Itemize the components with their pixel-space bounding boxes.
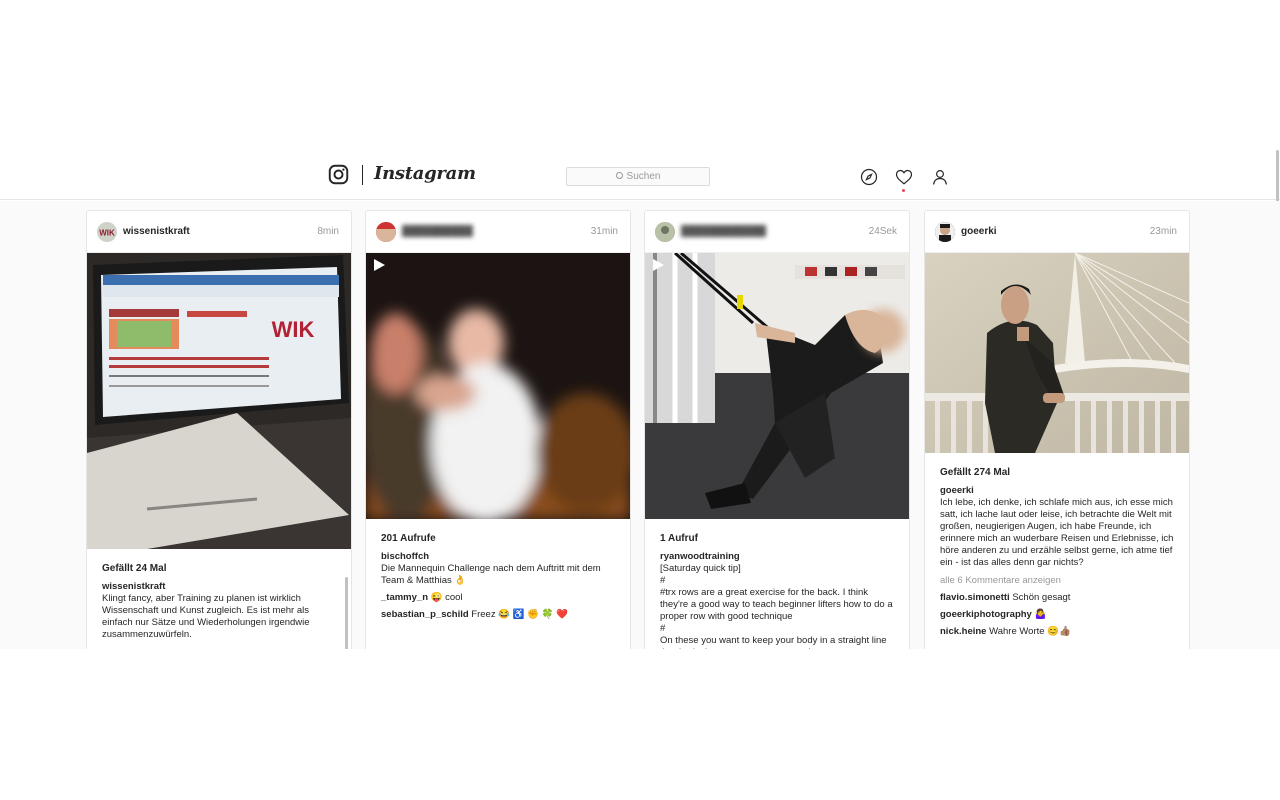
avatar[interactable] — [376, 222, 396, 242]
post-header: goeerki 23min — [925, 211, 1189, 253]
search-icon — [615, 172, 623, 179]
post-video[interactable] — [645, 253, 909, 519]
post-caption: ryanwoodtraining [Saturday quick tip] # … — [660, 551, 894, 649]
post-username-blurred[interactable]: ████████████ — [681, 226, 766, 237]
post-body: Gefällt 24 Mal wissenistkraft Klingt fan… — [87, 549, 351, 641]
post-views[interactable]: 201 Aufrufe — [381, 533, 615, 545]
compass-icon[interactable] — [860, 168, 878, 186]
comment-username[interactable]: flavio.simonetti — [940, 592, 1010, 603]
comment-username[interactable]: nick.heine — [940, 626, 986, 637]
post-body: 201 Aufrufe bischoffch Die Mannequin Cha… — [366, 519, 630, 621]
avatar-logo-text: WIK — [99, 229, 115, 238]
notification-dot — [902, 189, 905, 192]
card-scrollbar[interactable] — [345, 577, 348, 649]
post-views[interactable]: 1 Aufruf — [660, 533, 894, 545]
post-likes[interactable]: Gefällt 24 Mal — [102, 563, 336, 575]
comment-username[interactable]: goeerkiphotography — [940, 609, 1032, 620]
post-card: ██████████ 31min 201 Aufrufe bischoffch … — [365, 210, 631, 649]
play-icon[interactable] — [653, 259, 664, 271]
post-username[interactable]: wissenistkraft — [123, 226, 190, 237]
post-body: 1 Aufruf ryanwoodtraining [Saturday quic… — [645, 519, 909, 649]
post-header: ████████████ 24Sek — [645, 211, 909, 253]
comment-text: Schön gesagt — [1012, 592, 1071, 603]
caption-line: # — [660, 575, 666, 586]
media-logo-text: WIK — [272, 317, 315, 342]
avatar[interactable] — [655, 222, 675, 242]
play-icon[interactable] — [374, 259, 385, 271]
post-username[interactable]: goeerki — [961, 226, 997, 237]
instagram-camera-icon[interactable] — [328, 164, 349, 185]
post-caption: goeerki Ich lebe, ich denke, ich schlafe… — [940, 485, 1174, 569]
comment: _tammy_n 😜 cool — [381, 592, 615, 604]
comment-username[interactable]: sebastian_p_schild — [381, 609, 469, 620]
caption-username[interactable]: wissenistkraft — [102, 581, 336, 593]
post-header: ██████████ 31min — [366, 211, 630, 253]
post-time[interactable]: 23min — [1150, 226, 1177, 237]
avatar[interactable] — [935, 222, 955, 242]
comment: nick.heine Wahre Worte 😊👍🏽 — [940, 626, 1174, 638]
comment: flavio.simonetti Schön gesagt — [940, 592, 1174, 604]
post-body: Gefällt 274 Mal goeerki Ich lebe, ich de… — [925, 453, 1189, 638]
comment-text: Freez 😂 ♿ ✊ 🍀 ❤️ — [471, 609, 568, 620]
post-time[interactable]: 8min — [317, 226, 339, 237]
comment-text: Wahre Worte 😊👍🏽 — [989, 626, 1071, 637]
post-username-blurred[interactable]: ██████████ — [402, 226, 473, 237]
heart-icon[interactable] — [895, 168, 913, 186]
caption-line: # — [660, 623, 666, 634]
comment-text: 😜 cool — [430, 592, 463, 603]
post-card: goeerki 23min Gefällt 274 Mal goeerki Ic… — [924, 210, 1190, 649]
post-likes[interactable]: Gefällt 274 Mal — [940, 467, 1174, 479]
caption-username[interactable]: goeerki — [940, 485, 1174, 497]
caption-line: #trx rows are a great exercise for the b… — [660, 587, 893, 622]
comment: sebastian_p_schild Freez 😂 ♿ ✊ 🍀 ❤️ — [381, 609, 615, 621]
comment-username[interactable]: _tammy_n — [381, 592, 428, 603]
post-image[interactable] — [925, 253, 1189, 453]
post-header: WIK wissenistkraft 8min — [87, 211, 351, 253]
caption-username[interactable]: bischoffch — [381, 551, 615, 563]
instagram-wordmark[interactable]: Instagram — [374, 163, 476, 184]
post-image[interactable]: WIK — [87, 253, 351, 549]
comment-text: 🤷‍♀️ — [1034, 609, 1047, 620]
caption-line: On these you want to keep your body in a… — [660, 635, 887, 649]
user-icon[interactable] — [931, 168, 949, 186]
caption-username[interactable]: ryanwoodtraining — [660, 551, 894, 563]
caption-text: Die Mannequin Challenge nach dem Auftrit… — [381, 563, 601, 586]
top-blank-area — [0, 0, 1280, 155]
search-placeholder: Suchen — [626, 171, 661, 182]
comment: goeerkiphotography 🤷‍♀️ — [940, 609, 1174, 621]
caption-text: Ich lebe, ich denke, ich schlafe mich au… — [940, 497, 1174, 568]
caption-line: [Saturday quick tip] — [660, 563, 741, 574]
post-video[interactable] — [366, 253, 630, 519]
search-input[interactable]: Suchen — [566, 167, 710, 186]
page-scrollbar[interactable] — [1276, 150, 1279, 205]
logo-separator — [362, 165, 363, 185]
post-caption: bischoffch Die Mannequin Challenge nach … — [381, 551, 615, 587]
bottom-blank-area — [0, 649, 1280, 800]
post-time[interactable]: 24Sek — [869, 226, 897, 237]
caption-text: Klingt fancy, aber Training zu planen is… — [102, 593, 310, 640]
avatar[interactable]: WIK — [97, 222, 117, 242]
post-time[interactable]: 31min — [591, 226, 618, 237]
view-all-comments-link[interactable]: alle 6 Kommentare anzeigen — [940, 575, 1174, 587]
post-card: WIK wissenistkraft 8min WIK Gefällt 24 M… — [86, 210, 352, 649]
post-card: ████████████ 24Sek 1 Aufruf ryanwoodtrai… — [644, 210, 910, 649]
feed: WIK wissenistkraft 8min WIK Gefällt 24 M… — [0, 201, 1280, 649]
post-caption: wissenistkraft Klingt fancy, aber Traini… — [102, 581, 336, 641]
